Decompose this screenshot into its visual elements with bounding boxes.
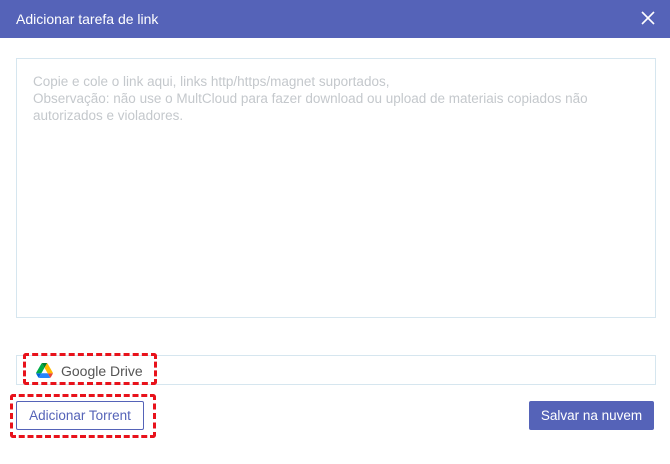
destination-label: Google Drive [61,362,143,379]
add-link-task-dialog: Adicionar tarefa de link Google Drive Ad… [0,0,670,464]
add-torrent-button[interactable]: Adicionar Torrent [16,401,144,430]
destination-field[interactable]: Google Drive [16,355,656,385]
google-drive-icon [36,363,53,378]
dialog-title: Adicionar tarefa de link [16,11,159,27]
dialog-header: Adicionar tarefa de link [0,0,670,38]
close-icon [641,11,655,25]
close-button[interactable] [638,8,658,28]
link-input[interactable] [16,58,656,318]
save-to-cloud-button[interactable]: Salvar na nuvem [529,401,654,430]
destination-chip-google-drive[interactable]: Google Drive [25,358,153,383]
